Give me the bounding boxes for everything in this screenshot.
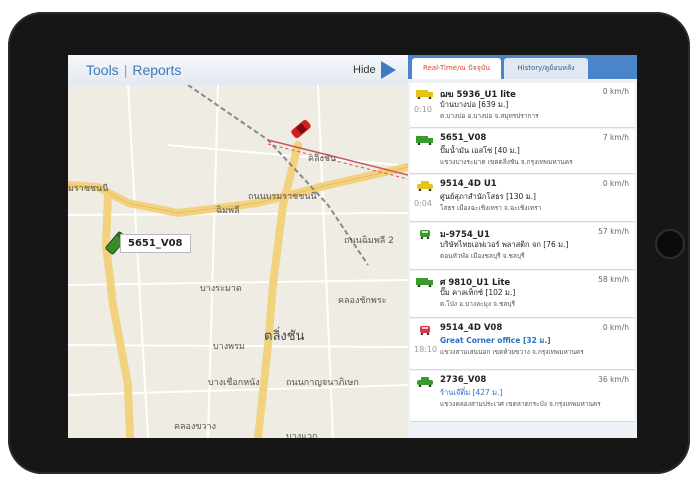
- hide-panel-label[interactable]: Hide: [353, 64, 376, 76]
- vehicle-location: ปั๊ม คาลเท็กซ์ [102 ม.]: [440, 288, 516, 297]
- green-car-icon: [417, 377, 433, 387]
- vehicle-item[interactable]: ม-9754_U1 57 km/h บริษัทไทยเอฟเวอร์ พลาส…: [410, 223, 635, 270]
- vehicle-speed: 0 km/h: [602, 179, 629, 188]
- reports-link[interactable]: Reports: [132, 62, 181, 78]
- vehicle-item[interactable]: ศ 9810_U1 Lite 58 km/h ปั๊ม คาลเท็กซ์ [1…: [410, 271, 635, 318]
- vehicle-location: บริษัทไทยเอฟเวอร์ พลาสติก จก [76 ม.]: [440, 240, 569, 249]
- red-car-front-icon: [420, 326, 430, 335]
- vehicle-name: 5651_V08: [440, 133, 487, 143]
- home-button[interactable]: [655, 229, 685, 259]
- map-label: บางเชือกหนัง: [208, 378, 260, 388]
- vehicle-address: ต.โป่ง อ.บางละมุง จ.ชลบุรี: [440, 300, 515, 308]
- toolbar-separator: |: [123, 62, 128, 78]
- vehicle-location: บ้านบางบ่อ [639 ม.]: [440, 100, 509, 109]
- vehicle-speed: 58 km/h: [598, 275, 629, 284]
- map-label: คลิ่งชัน: [308, 154, 337, 164]
- map-label: บางพรม: [213, 342, 245, 352]
- map-label: ถนนกาญจนาภิเษก: [286, 378, 359, 388]
- tab-bar: Real-Time/ณ ปัจจุบัน History/ดูย้อนหลัง: [408, 55, 637, 79]
- vehicle-speed: 0 km/h: [602, 323, 629, 332]
- tab-history[interactable]: History/ดูย้อนหลัง: [504, 58, 588, 79]
- vehicle-location: Great Corner office [32 ม.]: [440, 336, 551, 345]
- vehicle-location: ปั๊มน้ำมัน เอสโซ่ [40 ม.]: [440, 146, 520, 155]
- map-label: คลองชักพระ: [338, 296, 387, 306]
- vehicle-item[interactable]: 0:04 9514_4D U1 0 km/h ศูนย์สุภาสำนักโสธ…: [410, 175, 635, 222]
- tools-link[interactable]: Tools: [86, 62, 119, 78]
- hide-arrow-icon[interactable]: [381, 61, 396, 79]
- vehicle-name: 9514_4D V08: [440, 323, 503, 333]
- yellow-truck-icon: [416, 90, 433, 99]
- vehicle-item[interactable]: 5651_V08 7 km/h ปั๊มน้ำมัน เอสโซ่ [40 ม.…: [410, 129, 635, 174]
- green-truck-icon: [416, 278, 433, 287]
- red-car-marker-icon[interactable]: [290, 119, 312, 140]
- green-car-front-icon: [420, 230, 430, 239]
- vehicle-address: ต.บางบ่อ อ.บางบ่อ จ.สมุทรปราการ: [440, 112, 539, 120]
- vehicle-speed: 36 km/h: [598, 375, 629, 384]
- idle-time: 0:10: [414, 105, 432, 114]
- vehicle-address: โสธร เมืองฉะเชิงเทรา จ.ฉะเชิงเทรา: [440, 204, 542, 212]
- idle-time: 18:10: [414, 345, 438, 354]
- idle-time: 0:04: [414, 199, 432, 208]
- vehicle-item[interactable]: 2736_V08 36 km/h ร้านเจ๊ติ๋ม [427 ม.] แข…: [410, 371, 635, 422]
- green-truck-icon: [416, 136, 433, 145]
- tab-realtime[interactable]: Real-Time/ณ ปัจจุบัน: [412, 58, 501, 79]
- map-label: บางระมาด: [200, 284, 242, 294]
- vehicle-speed: 0 km/h: [602, 87, 629, 96]
- map-label: ถนนฉิมพลี 2: [344, 236, 394, 246]
- vehicle-speed: 57 km/h: [598, 227, 629, 236]
- vehicle-callout[interactable]: 5651_V08: [120, 234, 191, 253]
- vehicle-location: ศูนย์สุภาสำนักโสธร [130 ม.]: [440, 192, 536, 201]
- map-label: บางแวก: [286, 432, 318, 438]
- map-view[interactable]: คลิ่งชัน มราชชนนี ถนนบรมราชชนนี ฉิมพลี ถ…: [68, 85, 408, 438]
- map-label: ฉิมพลี: [216, 206, 240, 216]
- vehicle-address: แขวงสามเสนนอก เขตห้วยขวาง จ.กรุงเทพมหานค…: [440, 348, 584, 356]
- map-toolbar: Tools | Reports Hide: [68, 55, 408, 86]
- vehicle-name: 9514_4D U1: [440, 179, 497, 189]
- yellow-car-icon: [417, 181, 433, 191]
- vehicle-panel: Real-Time/ณ ปัจจุบัน History/ดูย้อนหลัง …: [408, 55, 637, 438]
- vehicle-speed: 7 km/h: [602, 133, 629, 142]
- vehicle-location: ร้านเจ๊ติ๋ม [427 ม.]: [440, 388, 503, 397]
- vehicle-item[interactable]: 18:10 9514_4D V08 0 km/h Great Corner of…: [410, 319, 635, 370]
- vehicle-name: 2736_V08: [440, 375, 487, 385]
- vehicle-address: ดอนหัวฬ่อ เมืองชลบุรี จ.ชลบุรี: [440, 252, 525, 260]
- vehicle-item[interactable]: 0:10 ฌฆ 5936_U1 lite 0 km/h บ้านบางบ่อ […: [410, 83, 635, 128]
- vehicle-list: 0:10 ฌฆ 5936_U1 lite 0 km/h บ้านบางบ่อ […: [408, 79, 637, 438]
- map-label: ถนนบรมราชชนนี: [248, 192, 317, 202]
- toolbar-links: Tools | Reports: [86, 62, 181, 78]
- map-label: ตลิ่งชัน: [264, 329, 305, 344]
- app-screen: Tools | Reports Hide คลิ่งชัน มราชชนนี ถ…: [68, 55, 637, 438]
- vehicle-address: แขวงคลองสามประเวศ เขตลาดกระบัง จ.กรุงเทพ…: [440, 400, 601, 408]
- vehicle-address: แขวงบางระมาด เขตตลิ่งชัน จ.กรุงเทพมหานคร: [440, 158, 573, 166]
- map-label: คลองขวาง: [174, 422, 216, 432]
- map-label: มราชชนนี: [68, 184, 109, 194]
